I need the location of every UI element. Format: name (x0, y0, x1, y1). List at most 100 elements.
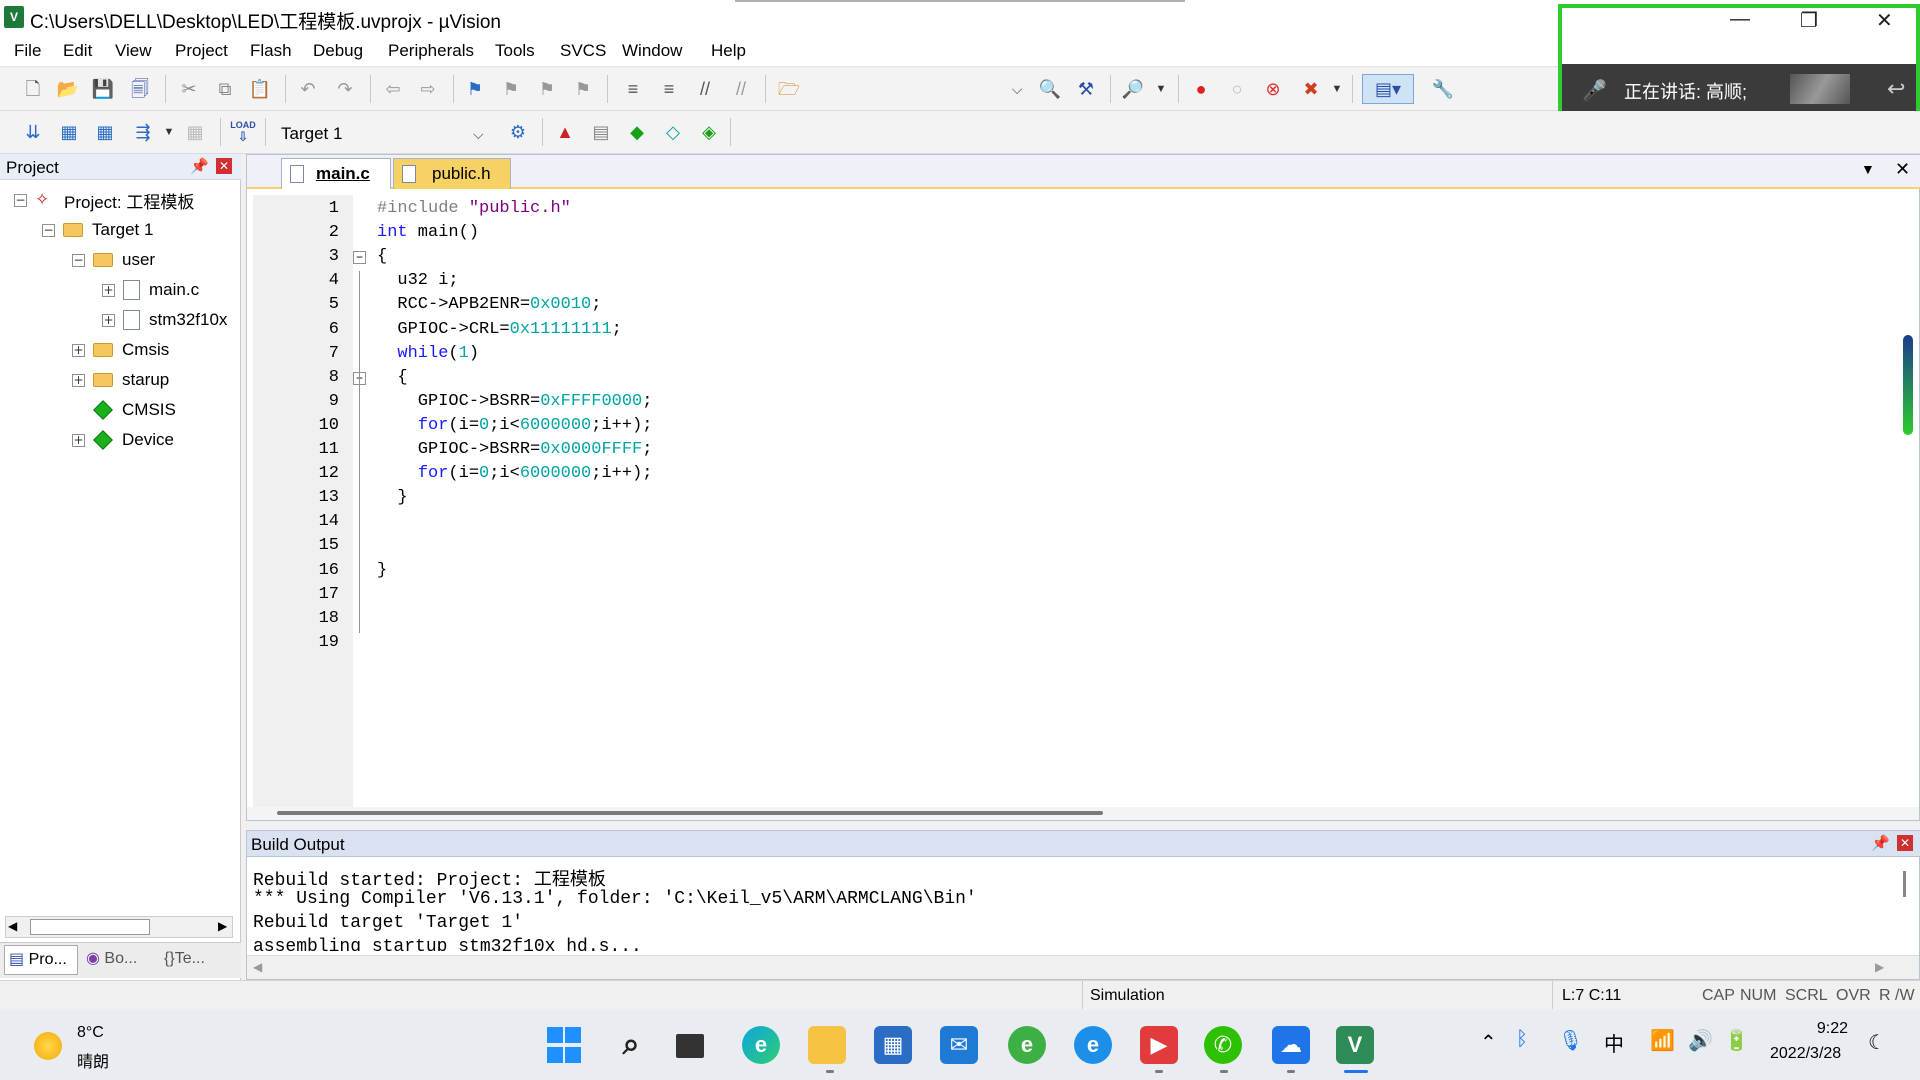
notification-moon-icon[interactable]: ☾ (1868, 1030, 1886, 1055)
fold-collapse-icon[interactable]: − (353, 251, 366, 265)
menu-window[interactable]: Window (622, 41, 682, 61)
tree-item[interactable]: + starup (72, 366, 169, 394)
keil-uvision-taskbar-icon[interactable]: V (1336, 1026, 1374, 1064)
pin-icon[interactable]: 📌 (190, 157, 209, 175)
target-dropdown-chevron-icon[interactable]: ⌵ (473, 122, 484, 146)
tree-item[interactable]: + stm32f10x (102, 306, 227, 334)
comment-icon[interactable]: // (692, 76, 718, 102)
tree-item[interactable]: + Device (72, 426, 174, 454)
open-file-icon[interactable]: 📂 (55, 76, 81, 102)
batch-build-icon[interactable]: ⇶ (130, 119, 156, 145)
scroll-left-icon[interactable]: ◀ (8, 919, 17, 933)
tab-public-h[interactable]: public.h (393, 158, 511, 189)
find-in-files-icon[interactable]: 🗁 (776, 76, 802, 102)
wechat-icon[interactable]: ✆ (1204, 1026, 1242, 1064)
collapse-icon[interactable]: − (42, 223, 55, 237)
bookmark-toggle-icon[interactable]: ⚑ (462, 76, 488, 102)
menu-peripherals[interactable]: Peripherals (388, 41, 474, 61)
menu-help[interactable]: Help (711, 41, 746, 61)
menu-view[interactable]: View (115, 41, 152, 61)
target-options-icon[interactable]: ⚙ (505, 119, 531, 145)
batch-dropdown-icon[interactable]: ▼ (156, 119, 182, 145)
pack-installer-icon[interactable]: ◈ (696, 119, 722, 145)
undo-icon[interactable]: ↶ (295, 76, 321, 102)
find-icon[interactable]: 🔍 (1037, 76, 1063, 102)
debug-dropdown-icon[interactable]: ▼ (1148, 76, 1174, 102)
tree-item[interactable]: CMSIS (72, 396, 176, 424)
output-vscroll-thumb[interactable] (1903, 871, 1906, 897)
target-select[interactable]: Target 1 ⌵ (275, 122, 495, 146)
close-output-icon[interactable]: ✕ (1897, 835, 1913, 851)
disable-breakpoints-icon[interactable]: ⊗ (1260, 76, 1286, 102)
collapse-icon[interactable]: − (14, 193, 27, 207)
clock-date[interactable]: 2022/3/28 (1770, 1045, 1841, 1063)
collapse-icon[interactable]: − (72, 253, 85, 267)
expand-icon[interactable]: + (72, 373, 85, 387)
code-editor[interactable]: 1 #include "public.h" 2 int main() 3 {4 u32 i… (253, 195, 1917, 807)
scrollbar-thumb[interactable] (30, 919, 150, 935)
scroll-right-icon[interactable]: ▶ (218, 919, 227, 933)
manage-components-icon[interactable]: ▲ (552, 119, 578, 145)
bookmark-next-icon[interactable]: ⚑ (534, 76, 560, 102)
tree-item[interactable]: + main.c (102, 276, 199, 304)
menu-svcs[interactable]: SVCS (560, 41, 606, 61)
redo-icon[interactable]: ↷ (332, 76, 358, 102)
battery-icon[interactable]: 🔋 (1724, 1028, 1749, 1053)
build-icon[interactable]: ▦ (56, 119, 82, 145)
incremental-find-icon[interactable]: ⚒ (1073, 76, 1099, 102)
close-panel-icon[interactable]: ✕ (216, 158, 232, 174)
volume-icon[interactable]: 🔊 (1688, 1028, 1713, 1053)
tray-chevron-up-icon[interactable]: ⌃ (1480, 1030, 1497, 1055)
indent-icon[interactable]: ≡ (620, 76, 646, 102)
menu-file[interactable]: File (14, 41, 41, 61)
tree-item[interactable]: − Target 1 (42, 216, 153, 244)
bluetooth-icon[interactable]: ᛒ (1516, 1028, 1528, 1051)
output-pin-icon[interactable]: 📌 (1871, 834, 1890, 852)
microphone-icon[interactable]: 🎙 (1558, 1028, 1583, 1053)
editor-hscroll-thumb[interactable] (277, 811, 1103, 815)
select-packs-icon[interactable]: ◇ (660, 119, 686, 145)
cut-icon[interactable]: ✂ (176, 76, 202, 102)
clock-time[interactable]: 9:22 (1790, 1020, 1848, 1038)
editor-hscroll-track[interactable] (247, 807, 1919, 820)
start-menu-icon[interactable] (546, 1026, 582, 1064)
tab-project[interactable]: ▤ Pro... (4, 945, 78, 975)
horizontal-scrollbar[interactable]: ◀ ▶ (5, 916, 233, 938)
kill-breakpoints-icon[interactable]: ✖ (1298, 76, 1324, 102)
mail-icon[interactable]: ✉ (940, 1026, 978, 1064)
ie-green-browser-icon[interactable]: e (1008, 1026, 1046, 1064)
find-dropdown-chevron-icon[interactable]: ⌵ (1004, 76, 1030, 102)
navigate-forward-icon[interactable]: ⇨ (415, 76, 441, 102)
weather-sun-icon[interactable] (34, 1032, 62, 1060)
expand-icon[interactable]: + (72, 433, 85, 447)
navigate-back-icon[interactable]: ⇦ (380, 76, 406, 102)
video-meeting-icon[interactable]: ▶ (1140, 1026, 1178, 1064)
bookmark-prev-icon[interactable]: ⚑ (498, 76, 524, 102)
enable-breakpoint-icon[interactable]: ○ (1224, 76, 1250, 102)
save-icon[interactable]: 💾 (90, 76, 116, 102)
download-load-icon[interactable]: LOAD ⇩ (230, 119, 256, 145)
expand-icon[interactable]: + (102, 283, 115, 297)
menu-edit[interactable]: Edit (63, 41, 92, 61)
ime-indicator[interactable]: 中 (1604, 1028, 1624, 1057)
insert-breakpoint-icon[interactable]: ● (1188, 76, 1214, 102)
tree-item[interactable]: − ✧ Project: 工程模板 (14, 186, 194, 214)
edge-browser-icon[interactable]: e (742, 1026, 780, 1064)
microsoft-store-icon[interactable]: ▦ (874, 1026, 912, 1064)
wifi-icon[interactable]: 📶 (1650, 1028, 1675, 1053)
output-scroll-right-icon[interactable]: ▶ (1875, 960, 1884, 974)
output-scroll-left-icon[interactable]: ◀ (253, 960, 262, 974)
expand-icon[interactable]: + (72, 343, 85, 357)
copy-icon[interactable]: ⧉ (212, 76, 238, 102)
start-debug-icon[interactable]: 🔎 (1120, 76, 1146, 102)
menu-debug[interactable]: Debug (313, 41, 363, 61)
expand-icon[interactable]: + (102, 313, 115, 327)
menu-flash[interactable]: Flash (250, 41, 292, 61)
tree-item[interactable]: − user (72, 246, 155, 274)
tab-books[interactable]: ◉ Bo... (82, 945, 156, 975)
file-extensions-icon[interactable]: ▤ (588, 119, 614, 145)
tabs-dropdown-icon[interactable]: ▼ (1861, 161, 1875, 177)
save-all-icon[interactable]: 🗐 (127, 76, 153, 102)
breakpoint-dropdown-icon[interactable]: ▼ (1324, 76, 1350, 102)
configuration-wrench-icon[interactable]: 🔧 (1430, 76, 1456, 102)
